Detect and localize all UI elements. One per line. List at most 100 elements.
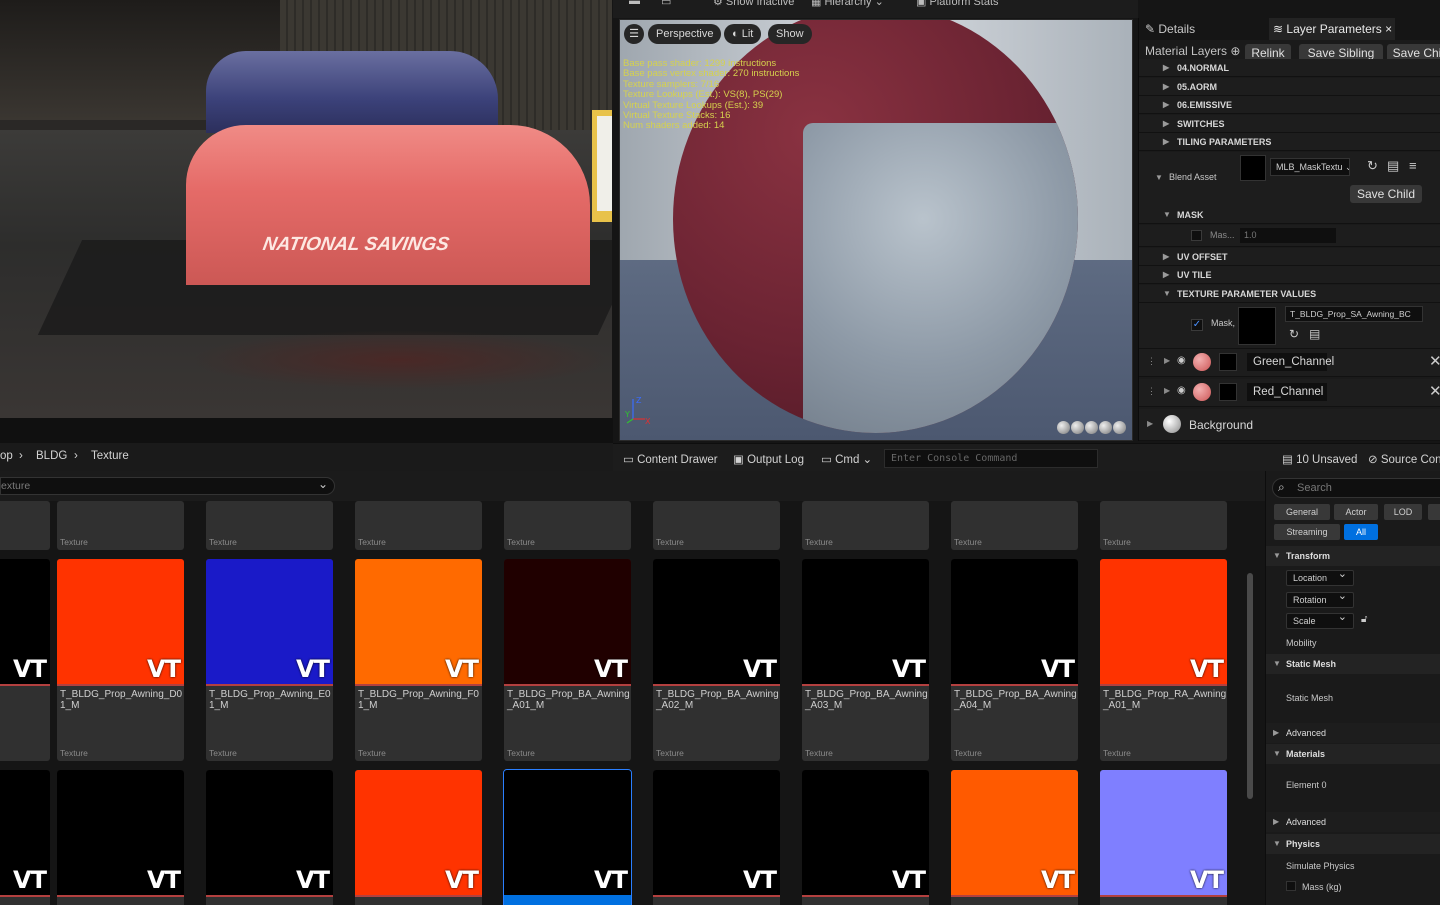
asset-tile[interactable]: Texture	[355, 501, 482, 550]
asset-tile[interactable]: VT	[0, 770, 50, 905]
filter-lod-button[interactable]: LOD	[1384, 504, 1422, 520]
asset-tile[interactable]: VT	[951, 770, 1078, 905]
asset-tile[interactable]: Texture	[57, 501, 184, 550]
asset-tile[interactable]: Texture	[653, 501, 780, 550]
asset-tile[interactable]: VT T_BLDG_Prop_BA_Awning_A01_M Texture	[504, 559, 631, 761]
layer-thumbnail[interactable]	[1219, 383, 1237, 401]
folder-icon[interactable]: ▤	[1387, 158, 1399, 174]
breadcrumb-item[interactable]: op	[0, 450, 13, 462]
section-materials[interactable]: ▼ Materials	[1266, 744, 1440, 764]
platform-stats-button[interactable]: ▣ Platform Stats	[916, 0, 999, 8]
add-layer-icon[interactable]: ⊕	[1230, 44, 1240, 58]
layer-red-channel[interactable]: ⋮ ▶ ◉ Red_Channel ✕	[1139, 379, 1440, 407]
layer-name[interactable]: Red_Channel	[1247, 383, 1327, 401]
asset-tile[interactable]: VT T_BLDG_Prop_Awning_D01_M Texture	[57, 559, 184, 761]
asset-tile[interactable]: Texture	[1100, 501, 1227, 550]
blend-asset-dropdown[interactable]: MLB_MaskTextu ⌄	[1270, 158, 1350, 176]
level-viewport[interactable]: NATIONAL SAVINGS	[0, 0, 612, 418]
content-drawer-button[interactable]: ▭ Content Drawer	[623, 452, 718, 466]
mask-texture-checkbox[interactable]: ✓	[1191, 319, 1203, 331]
asset-tile[interactable]: Texture	[951, 501, 1078, 550]
browse-icon[interactable]: ↻	[1367, 158, 1378, 174]
section-aorm[interactable]: ▶ 05.AORM	[1139, 78, 1440, 96]
section-emissive[interactable]: ▶ 06.EMISSIVE	[1139, 96, 1440, 114]
save-child-button[interactable]: Save Child	[1350, 185, 1422, 203]
layer-thumbnail[interactable]	[1219, 353, 1237, 371]
browse-icon[interactable]: ↻	[1289, 327, 1299, 341]
perspective-button[interactable]: Perspective	[648, 24, 722, 44]
asset-tile[interactable]: Texture	[206, 501, 333, 550]
filter-icon[interactable]: ≡	[1409, 158, 1417, 173]
section-normal[interactable]: ▶ 04.NORMAL	[1139, 59, 1440, 77]
expand-icon[interactable]: ▶	[1164, 386, 1170, 395]
details-search-input[interactable]: Search	[1272, 478, 1440, 498]
asset-tile[interactable]: VT T_BLDG_Prop_BA_Awning_A03_M Texture	[802, 559, 929, 761]
section-mask[interactable]: ▼ MASK	[1139, 206, 1440, 224]
unsaved-button[interactable]: ▤ 10 Unsaved	[1282, 452, 1357, 466]
asset-tile[interactable]: Texture	[802, 501, 929, 550]
filter-streaming-button[interactable]: Streaming	[1274, 524, 1340, 540]
mask-value-field[interactable]: 1.0	[1240, 228, 1336, 243]
toolbar-icon-b[interactable]: ▭	[661, 0, 671, 8]
mask-texture-thumbnail[interactable]	[1238, 307, 1276, 345]
asset-tile[interactable]: VT	[355, 770, 482, 905]
cylinder-shape-icon[interactable]	[1071, 421, 1084, 434]
eye-icon[interactable]: ◉	[1177, 355, 1186, 366]
asset-tile[interactable]: VT	[57, 770, 184, 905]
filter-actor-button[interactable]: Actor	[1334, 504, 1378, 520]
filter-all-button[interactable]: All	[1344, 524, 1378, 540]
asset-tile[interactable]: VT T_BLDG_Prop_BA_Awning_A02_M Texture	[653, 559, 780, 761]
layer-green-channel[interactable]: ⋮ ▶ ◉ Green_Channel ✕	[1139, 349, 1440, 377]
cmd-button[interactable]: ▭ Cmd ⌄	[821, 452, 872, 466]
section-advanced-materials[interactable]: ▶ Advanced	[1266, 812, 1440, 832]
scrollbar-thumb[interactable]	[1247, 573, 1253, 799]
show-inactive-button[interactable]: ⚙ Show Inactive	[713, 0, 794, 8]
rotation-dropdown[interactable]: Rotation	[1286, 589, 1354, 608]
section-physics[interactable]: ▼ Physics	[1266, 834, 1440, 854]
asset-tile[interactable]: VT	[653, 770, 780, 905]
filter-general-button[interactable]: General	[1274, 504, 1330, 520]
mask-texture-dropdown[interactable]: T_BLDG_Prop_SA_Awning_BC	[1285, 306, 1423, 322]
source-control-button[interactable]: ⊘ Source Cont	[1368, 452, 1440, 466]
tab-details[interactable]: ✎ Details	[1141, 18, 1269, 40]
breadcrumb-item[interactable]: BLDG	[36, 450, 67, 462]
menu-icon[interactable]: ☰	[624, 24, 644, 44]
cube-shape-icon[interactable]	[1099, 421, 1112, 434]
asset-tile[interactable]: VT	[802, 770, 929, 905]
toolbar-icon-a[interactable]: ▬	[629, 0, 640, 7]
section-switches[interactable]: ▶ SWITCHES	[1139, 115, 1440, 133]
path-filter-dropdown[interactable]: exture ⌄	[0, 477, 335, 495]
drag-handle-icon[interactable]: ⋮	[1147, 386, 1156, 397]
section-static-mesh[interactable]: ▼ Static Mesh	[1266, 654, 1440, 674]
close-icon[interactable]: ✕	[1429, 352, 1440, 370]
section-uv-offset[interactable]: ▶ UV OFFSET	[1139, 248, 1440, 266]
expand-icon[interactable]: ▶	[1164, 356, 1170, 365]
tab-layer-parameters[interactable]: ≋ Layer Parameters ×	[1269, 18, 1395, 40]
preview-shape-buttons[interactable]	[1057, 421, 1126, 434]
section-advanced[interactable]: ▶ Advanced	[1266, 723, 1440, 743]
breadcrumb-item[interactable]: Texture	[91, 450, 129, 462]
scale-dropdown[interactable]: Scale	[1286, 610, 1354, 629]
mask-checkbox[interactable]	[1191, 230, 1202, 241]
expand-icon[interactable]: ▶	[1147, 419, 1153, 428]
asset-tile[interactable]: Texture	[504, 501, 631, 550]
asset-tile[interactable]: VT	[206, 770, 333, 905]
plane-shape-icon[interactable]	[1085, 421, 1098, 434]
section-tiling[interactable]: ▶ TILING PARAMETERS	[1139, 133, 1440, 151]
section-texture-params[interactable]: ▼ TEXTURE PARAMETER VALUES	[1139, 285, 1440, 303]
mass-checkbox[interactable]	[1286, 881, 1296, 891]
console-input[interactable]: Enter Console Command	[884, 449, 1098, 468]
asset-tile[interactable]: VT	[1100, 770, 1227, 905]
drag-handle-icon[interactable]: ⋮	[1147, 356, 1156, 367]
asset-tile[interactable]: VT g_C_	[0, 559, 50, 761]
hierarchy-button[interactable]: ▦ Hierarchy ⌄	[811, 0, 884, 8]
asset-tile[interactable]: VT T_BLDG_Prop_Awning_F01_M Texture	[355, 559, 482, 761]
lit-button[interactable]: ◐ Lit	[724, 24, 762, 44]
filter-more-button[interactable]	[1428, 504, 1440, 520]
location-dropdown[interactable]: Location	[1286, 567, 1354, 586]
eye-icon[interactable]: ◉	[1177, 385, 1186, 396]
layer-background[interactable]: ▶ Background	[1139, 409, 1440, 441]
material-preview-viewport[interactable]: ☰ Perspective ◐ Lit Show Base pass shade…	[619, 19, 1133, 441]
asset-tile[interactable]: Texture	[0, 501, 50, 550]
asset-scrollbar[interactable]	[1243, 501, 1265, 905]
